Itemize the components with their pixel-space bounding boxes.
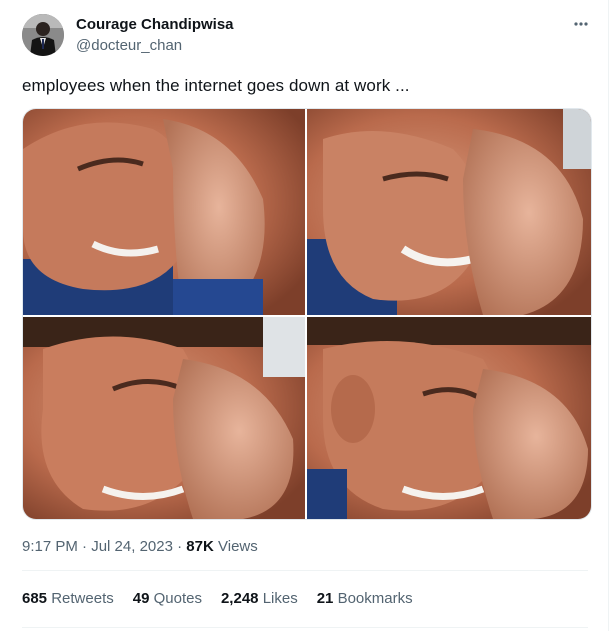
- avatar-image: [22, 14, 64, 56]
- tweet-date[interactable]: Jul 24, 2023: [91, 538, 173, 555]
- views-label: Views: [218, 538, 258, 555]
- retweets-count: 685: [22, 590, 48, 607]
- tweet-time[interactable]: 9:17 PM: [22, 538, 78, 555]
- retweets-stat[interactable]: 685 Retweets: [22, 590, 114, 607]
- quotes-count: 49: [132, 590, 150, 607]
- views-count: 87K: [186, 538, 214, 555]
- bookmarks-count: 21: [316, 590, 334, 607]
- tweet-stats: 685 Retweets 49 Quotes 2,248 Likes 21 Bo…: [22, 590, 413, 607]
- more-options-button[interactable]: [571, 14, 591, 34]
- meme-panel-1: [23, 109, 305, 315]
- tweet-meta: 9:17 PM · Jul 24, 2023 · 87K Views: [22, 538, 258, 555]
- divider: [22, 570, 588, 571]
- likes-stat[interactable]: 2,248 Likes: [221, 590, 298, 607]
- quotes-stat[interactable]: 49 Quotes: [133, 590, 202, 607]
- meme-image: [23, 109, 591, 519]
- author-avatar[interactable]: [22, 14, 64, 56]
- meta-separator: ·: [82, 538, 92, 555]
- more-horizontal-icon: [574, 22, 588, 26]
- author-handle[interactable]: @docteur_chan: [76, 37, 182, 54]
- quotes-label: Quotes: [153, 590, 202, 607]
- meme-panel-4: [307, 317, 591, 519]
- bookmarks-stat[interactable]: 21 Bookmarks: [317, 590, 413, 607]
- meme-panel-3: [23, 317, 305, 519]
- tweet-card: Courage Chandipwisa @docteur_chan employ…: [0, 0, 609, 631]
- meme-panel-2: [307, 109, 591, 315]
- divider: [22, 627, 588, 628]
- likes-label: Likes: [262, 590, 298, 607]
- meta-separator: ·: [177, 538, 187, 555]
- author-name[interactable]: Courage Chandipwisa: [76, 16, 234, 33]
- bookmarks-label: Bookmarks: [337, 590, 413, 607]
- tweet-text: employees when the internet goes down at…: [22, 76, 410, 95]
- tweet-media[interactable]: [22, 108, 592, 520]
- likes-count: 2,248: [220, 590, 259, 607]
- retweets-label: Retweets: [51, 590, 114, 607]
